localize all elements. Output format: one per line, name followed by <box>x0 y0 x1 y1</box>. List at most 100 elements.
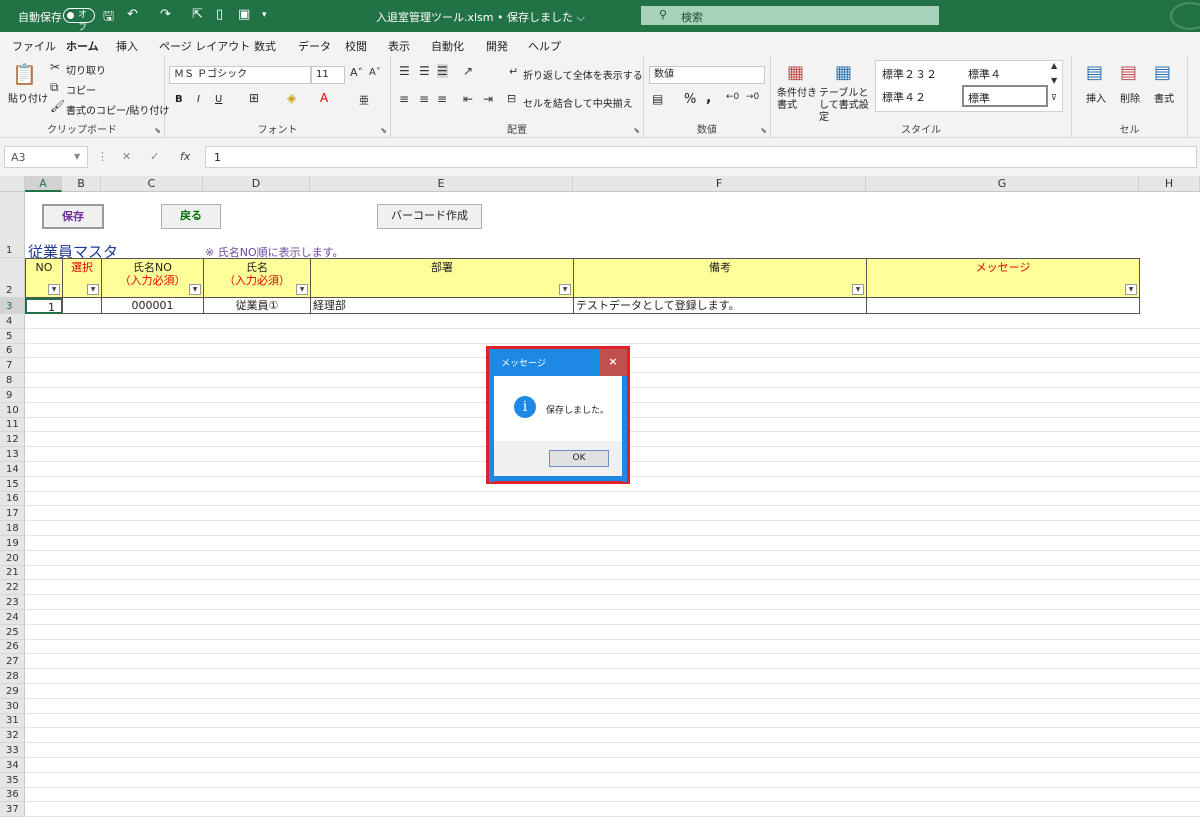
column-header-e[interactable]: E <box>310 176 573 192</box>
tab-help[interactable]: ヘルプ <box>528 38 561 54</box>
insert-cells-icon[interactable]: ▤ <box>1086 62 1103 83</box>
comma-button[interactable]: , <box>706 90 711 106</box>
tab-home[interactable]: ホーム <box>66 38 99 58</box>
insert-function-icon[interactable]: fx <box>180 150 190 163</box>
insert-cells-button[interactable]: 挿入 <box>1086 90 1106 105</box>
decrease-decimal-icon[interactable]: →0 <box>746 92 759 102</box>
column-header-f[interactable]: F <box>573 176 866 192</box>
row-header[interactable]: 18 <box>0 521 25 536</box>
align-middle-icon[interactable]: ☰ <box>419 64 430 78</box>
delete-cells-icon[interactable]: ▤ <box>1120 62 1137 83</box>
currency-icon[interactable]: ▤ <box>652 92 663 106</box>
font-color-icon[interactable]: A <box>320 91 328 105</box>
increase-decimal-icon[interactable]: ←0 <box>726 92 739 102</box>
wrap-text-icon[interactable]: ↵ <box>509 65 518 78</box>
filter-dropdown-icon[interactable]: ▼ <box>296 284 308 295</box>
row-header[interactable]: 17 <box>0 506 25 522</box>
font-size-select[interactable]: 11 <box>311 66 345 84</box>
autosave-toggle[interactable]: オフ <box>63 8 95 33</box>
cell-a3-no[interactable]: 1 <box>25 298 63 314</box>
cell-d3-name[interactable]: 従業員① <box>203 298 311 314</box>
cut-icon[interactable]: ✂ <box>50 60 60 74</box>
row-header[interactable]: 21 <box>0 565 25 581</box>
paste-button[interactable]: 貼り付け <box>8 90 48 105</box>
row-header[interactable]: 4 <box>0 314 25 329</box>
cell-b3-select[interactable] <box>62 298 102 314</box>
percent-button[interactable]: % <box>684 92 696 107</box>
row-header[interactable]: 19 <box>0 536 25 551</box>
italic-button[interactable]: I <box>197 94 200 105</box>
worksheet[interactable]: A B C D E F G H 1 2 3 4 5 6 7 8 9 10 11 12 13 14 15 16 1… <box>0 176 1200 826</box>
style-standard-4[interactable]: 標準４ <box>968 66 1001 82</box>
row-header[interactable]: 12 <box>0 432 25 448</box>
row-header[interactable]: 1 <box>0 192 25 258</box>
barcode-button[interactable]: バーコード作成 <box>377 204 482 229</box>
row-header[interactable]: 32 <box>0 728 25 744</box>
tab-formulas[interactable]: 数式 <box>254 38 276 54</box>
row-header[interactable]: 6 <box>0 343 25 359</box>
undo-icon[interactable]: ↶ <box>127 7 138 22</box>
row-header[interactable]: 15 <box>0 476 25 492</box>
copy-button[interactable]: コピー <box>66 82 96 97</box>
tab-review[interactable]: 校閲 <box>345 38 367 54</box>
style-standard-232[interactable]: 標準２３２ <box>882 66 937 82</box>
row-header[interactable]: 36 <box>0 787 25 803</box>
align-top-icon[interactable]: ☰ <box>399 64 410 78</box>
align-left-icon[interactable]: ≡ <box>399 92 409 106</box>
align-center-icon[interactable]: ≡ <box>419 92 429 106</box>
row-header[interactable]: 2 <box>0 258 25 298</box>
copy-icon[interactable]: ⧉ <box>50 80 59 95</box>
increase-indent-icon[interactable]: ⇥ <box>483 92 493 106</box>
format-painter-icon[interactable]: 🖌 <box>50 99 65 113</box>
back-button[interactable]: 戻る <box>161 204 221 229</box>
cell-c3-emp-no[interactable]: 000001 <box>101 298 204 314</box>
account-icon[interactable] <box>1170 2 1200 30</box>
close-icon[interactable]: × <box>599 349 627 376</box>
decrease-indent-icon[interactable]: ⇤ <box>463 92 473 106</box>
row-header[interactable]: 33 <box>0 743 25 758</box>
formula-input[interactable]: 1 <box>205 146 1197 168</box>
merge-center-button[interactable]: セルを結合して中央揃え <box>523 95 633 110</box>
filter-dropdown-icon[interactable]: ▼ <box>87 284 99 295</box>
row-header[interactable]: 24 <box>0 610 25 625</box>
delete-cells-button[interactable]: 削除 <box>1120 90 1140 105</box>
column-header-h[interactable]: H <box>1139 176 1200 192</box>
text-box-icon[interactable]: ▣ <box>238 7 250 22</box>
gallery-down-icon[interactable]: ▼ <box>1051 76 1057 85</box>
font-name-select[interactable]: ＭＳ Ｐゴシック <box>169 66 311 84</box>
save-button[interactable]: 保存 <box>42 204 104 229</box>
tab-data[interactable]: データ <box>298 38 331 54</box>
column-header-c[interactable]: C <box>101 176 203 192</box>
save-icon[interactable]: 🖫 <box>103 7 114 29</box>
dialog-launcher-icon[interactable]: ⬊ <box>380 126 387 135</box>
row-header[interactable]: 10 <box>0 402 25 418</box>
row-header[interactable]: 13 <box>0 447 25 462</box>
tab-view[interactable]: 表示 <box>388 38 410 54</box>
column-header-a[interactable]: A <box>25 176 62 192</box>
row-header[interactable]: 8 <box>0 373 25 388</box>
conditional-format-icon[interactable]: ▦ <box>787 62 804 83</box>
select-all-corner[interactable] <box>0 176 25 192</box>
cell-g3-message[interactable] <box>866 298 1140 314</box>
row-header[interactable]: 26 <box>0 639 25 655</box>
borders-icon[interactable]: ⊞ <box>249 91 259 105</box>
tab-insert[interactable]: 挿入 <box>116 38 138 54</box>
filter-dropdown-icon[interactable]: ▼ <box>48 284 60 295</box>
dialog-launcher-icon[interactable]: ⬊ <box>760 126 767 135</box>
search-input[interactable]: ⚲ 検索 <box>641 6 939 25</box>
row-header[interactable]: 20 <box>0 550 25 566</box>
row-header[interactable]: 25 <box>0 624 25 640</box>
row-header[interactable]: 16 <box>0 491 25 507</box>
document-icon[interactable]: ▯ <box>216 7 223 22</box>
orientation-icon[interactable]: ↗ <box>463 64 473 78</box>
row-header[interactable]: 27 <box>0 654 25 670</box>
row-header[interactable]: 34 <box>0 758 25 773</box>
row-header[interactable]: 35 <box>0 772 25 788</box>
format-cells-button[interactable]: 書式 <box>1154 90 1174 105</box>
filter-dropdown-icon[interactable]: ▼ <box>189 284 201 295</box>
row-header[interactable]: 5 <box>0 328 25 344</box>
shrink-font-icon[interactable]: A˅ <box>369 67 381 78</box>
fill-color-icon[interactable]: ◈ <box>287 91 296 105</box>
customize-icon[interactable]: ▾ <box>262 10 267 20</box>
cell-f3-remarks[interactable]: テストデータとして登録します。 <box>573 298 867 314</box>
